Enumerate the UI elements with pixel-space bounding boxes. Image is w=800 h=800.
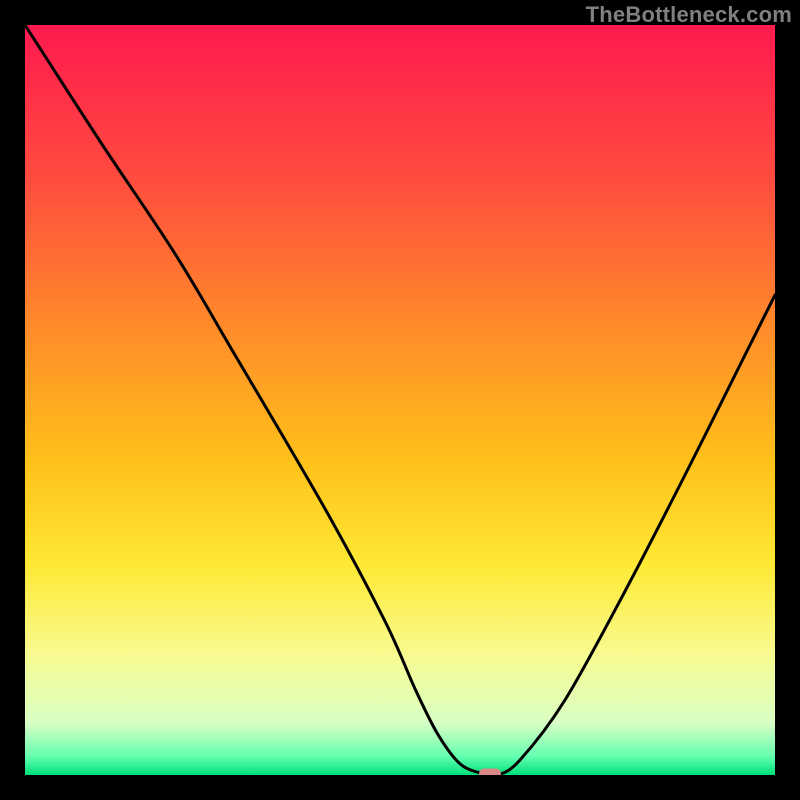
plot-area [25,25,775,775]
background-gradient [25,25,775,775]
plot-svg [25,25,775,775]
watermark: TheBottleneck.com [586,2,792,28]
chart-frame: TheBottleneck.com [0,0,800,800]
optimal-marker [479,769,501,776]
